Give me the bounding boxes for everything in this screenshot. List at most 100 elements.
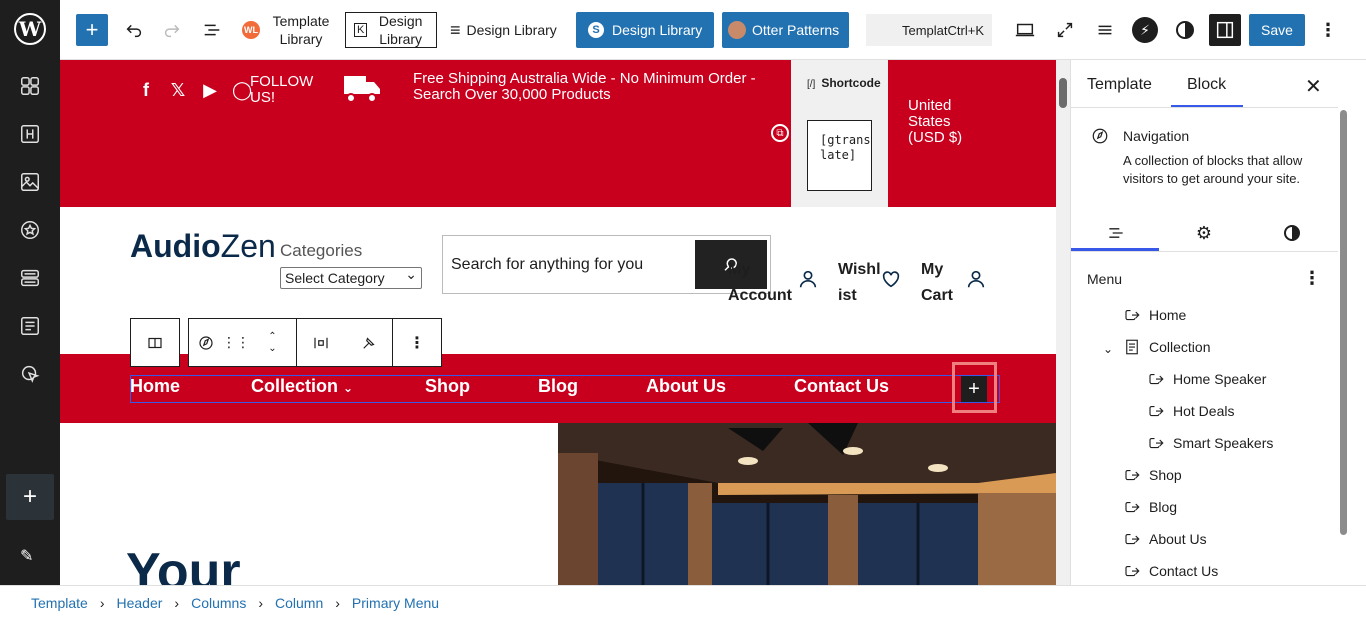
layout-rows-icon[interactable] bbox=[18, 266, 42, 290]
form-icon[interactable] bbox=[18, 314, 42, 338]
nav-item-contact-us[interactable]: Contact Us bbox=[794, 376, 889, 397]
facebook-icon[interactable]: f bbox=[136, 80, 156, 101]
block-options-icon[interactable]: ⋮ bbox=[393, 319, 441, 366]
tab-template[interactable]: Template bbox=[1087, 76, 1152, 94]
hero-room-image bbox=[558, 423, 1056, 585]
search-input[interactable]: Search for anything for you bbox=[451, 256, 643, 274]
tree-item-collection[interactable]: Collection bbox=[1123, 338, 1210, 356]
heart-icon[interactable] bbox=[880, 268, 902, 290]
wishlist-link[interactable]: Wishl ist bbox=[838, 257, 881, 309]
add-nav-item-button[interactable]: + bbox=[961, 376, 987, 402]
nav-item-blog[interactable]: Blog bbox=[538, 376, 578, 397]
my-account-link[interactable]: My Account bbox=[728, 257, 792, 309]
styles-tab[interactable] bbox=[1247, 216, 1337, 250]
image-block-icon[interactable] bbox=[18, 170, 42, 194]
bolt-circle-icon[interactable]: ⚡ bbox=[1131, 12, 1159, 48]
desktop-preview-icon[interactable] bbox=[1011, 12, 1039, 48]
tree-item-label: Shop bbox=[1149, 467, 1182, 483]
nav-item-home[interactable]: Home bbox=[130, 376, 180, 397]
patterns-icon[interactable] bbox=[18, 74, 42, 98]
drag-handle-icon[interactable]: ⋮⋮ bbox=[222, 319, 250, 366]
justify-icon[interactable] bbox=[297, 319, 345, 366]
canvas-scrollbar-thumb[interactable] bbox=[1059, 78, 1067, 108]
nav-item-shop[interactable]: Shop bbox=[425, 376, 470, 397]
category-select[interactable]: Select Category bbox=[280, 264, 422, 289]
star-badge-icon[interactable] bbox=[18, 218, 42, 242]
more-options-icon[interactable]: ⋮ bbox=[1314, 12, 1342, 48]
wishlist-line-2: ist bbox=[838, 287, 857, 304]
move-up-down-icon[interactable]: ⌃ ⌄ bbox=[249, 319, 297, 366]
tree-item-home-speaker[interactable]: Home Speaker bbox=[1147, 370, 1266, 388]
user-icon[interactable] bbox=[797, 268, 819, 290]
save-button[interactable]: Save bbox=[1249, 14, 1305, 46]
cart-user-icon[interactable] bbox=[965, 268, 987, 290]
tree-item-blog[interactable]: Blog bbox=[1123, 498, 1177, 516]
canvas-scrollbar[interactable] bbox=[1056, 60, 1070, 585]
contrast-styles-icon[interactable] bbox=[1171, 12, 1199, 48]
breadcrumb-column[interactable]: Column bbox=[275, 595, 323, 611]
template-library-button[interactable]: WL Template Library bbox=[242, 12, 334, 48]
shortcode-input[interactable]: [gtranslate] bbox=[807, 120, 872, 191]
tree-item-shop[interactable]: Shop bbox=[1123, 466, 1182, 484]
settings-gear-tab[interactable]: ⚙ bbox=[1159, 216, 1249, 250]
site-logo[interactable]: AudioZen bbox=[130, 228, 276, 265]
cursor-click-icon[interactable] bbox=[18, 362, 42, 386]
editor-top-toolbar: + WL Template Library K Design Library ≡… bbox=[60, 0, 1366, 60]
tree-item-home[interactable]: Home bbox=[1123, 306, 1186, 324]
tab-block[interactable]: Block bbox=[1187, 76, 1226, 94]
stackable-icon[interactable] bbox=[1091, 12, 1119, 48]
nav-item-collection[interactable]: Collection ⌄ bbox=[251, 376, 353, 397]
select-parent-block-icon[interactable] bbox=[131, 319, 179, 366]
nav-item-about-us[interactable]: About Us bbox=[646, 376, 726, 397]
navigation-compass-icon[interactable] bbox=[189, 319, 223, 366]
undo-icon[interactable] bbox=[120, 12, 148, 48]
redo-icon[interactable] bbox=[158, 12, 186, 48]
wordpress-logo-icon[interactable]: W bbox=[14, 13, 46, 45]
fullscreen-icon[interactable] bbox=[1051, 12, 1079, 48]
currency-switcher[interactable]: United States (USD $) bbox=[908, 98, 988, 146]
tree-item-about-us[interactable]: About Us bbox=[1123, 530, 1207, 548]
shortcode-label: [/] Shortcode bbox=[807, 76, 881, 92]
tree-item-smart-speakers[interactable]: Smart Speakers bbox=[1147, 434, 1273, 452]
product-search[interactable]: Search for anything for you bbox=[442, 235, 771, 294]
x-twitter-icon[interactable]: 𝕏 bbox=[168, 80, 188, 101]
block-inserter-button[interactable]: + bbox=[76, 14, 108, 46]
custom-link-icon bbox=[1123, 530, 1141, 548]
tree-item-hot-deals[interactable]: Hot Deals bbox=[1147, 402, 1234, 420]
my-cart-link[interactable]: My Cart bbox=[921, 257, 953, 309]
otter-patterns-button[interactable]: Otter Patterns bbox=[722, 12, 850, 48]
block-toolbar-parent-group bbox=[130, 318, 180, 367]
close-icon[interactable]: ✕ bbox=[1305, 74, 1322, 99]
document-overview-icon[interactable] bbox=[198, 12, 226, 48]
edit-pen-icon[interactable]: ✎ bbox=[20, 546, 33, 566]
panel-scrollbar-thumb[interactable] bbox=[1340, 110, 1347, 535]
block-description: A collection of blocks that allow visito… bbox=[1123, 153, 1303, 186]
heading-block-icon[interactable] bbox=[18, 122, 42, 146]
copy-icon[interactable]: ⧉ bbox=[771, 124, 789, 142]
page-icon bbox=[1123, 338, 1141, 356]
block-title: Navigation bbox=[1123, 128, 1190, 144]
breadcrumb-header[interactable]: Header bbox=[116, 595, 162, 611]
breadcrumb-columns[interactable]: Columns bbox=[191, 595, 246, 611]
shortcode-block[interactable]: [/] Shortcode [gtranslate] bbox=[791, 60, 888, 207]
breadcrumb-primary-menu[interactable]: Primary Menu bbox=[352, 595, 439, 611]
design-library-boxed-button[interactable]: K Design Library bbox=[345, 12, 437, 48]
sidebar-add-button[interactable]: + bbox=[6, 474, 54, 520]
style-brush-icon[interactable] bbox=[345, 319, 393, 366]
breadcrumb-template[interactable]: Template bbox=[31, 595, 88, 611]
youtube-icon[interactable]: ▶ bbox=[200, 80, 220, 101]
tree-item-label: About Us bbox=[1149, 531, 1207, 547]
design-library-button[interactable]: ≡ Design Library bbox=[450, 12, 557, 48]
panel-scrollbar[interactable] bbox=[1338, 60, 1350, 585]
chevron-down-icon[interactable]: ⌄ bbox=[1103, 342, 1113, 356]
menu-options-icon[interactable]: ⋮ bbox=[1303, 268, 1321, 289]
instagram-icon[interactable]: ◯ bbox=[232, 80, 252, 101]
list-view-tab[interactable] bbox=[1071, 216, 1161, 250]
settings-sidebar-toggle[interactable] bbox=[1209, 14, 1241, 46]
command-palette-search[interactable]: TemplatCtrl+K bbox=[866, 14, 992, 46]
cart-line-2: Cart bbox=[921, 287, 954, 304]
design-library-blue-button[interactable]: S Design Library bbox=[576, 12, 715, 48]
custom-link-icon bbox=[1123, 306, 1141, 324]
tree-item-contact-us[interactable]: Contact Us bbox=[1123, 562, 1218, 580]
shipping-banner-text: Free Shipping Australia Wide - No Minimu… bbox=[413, 70, 756, 103]
